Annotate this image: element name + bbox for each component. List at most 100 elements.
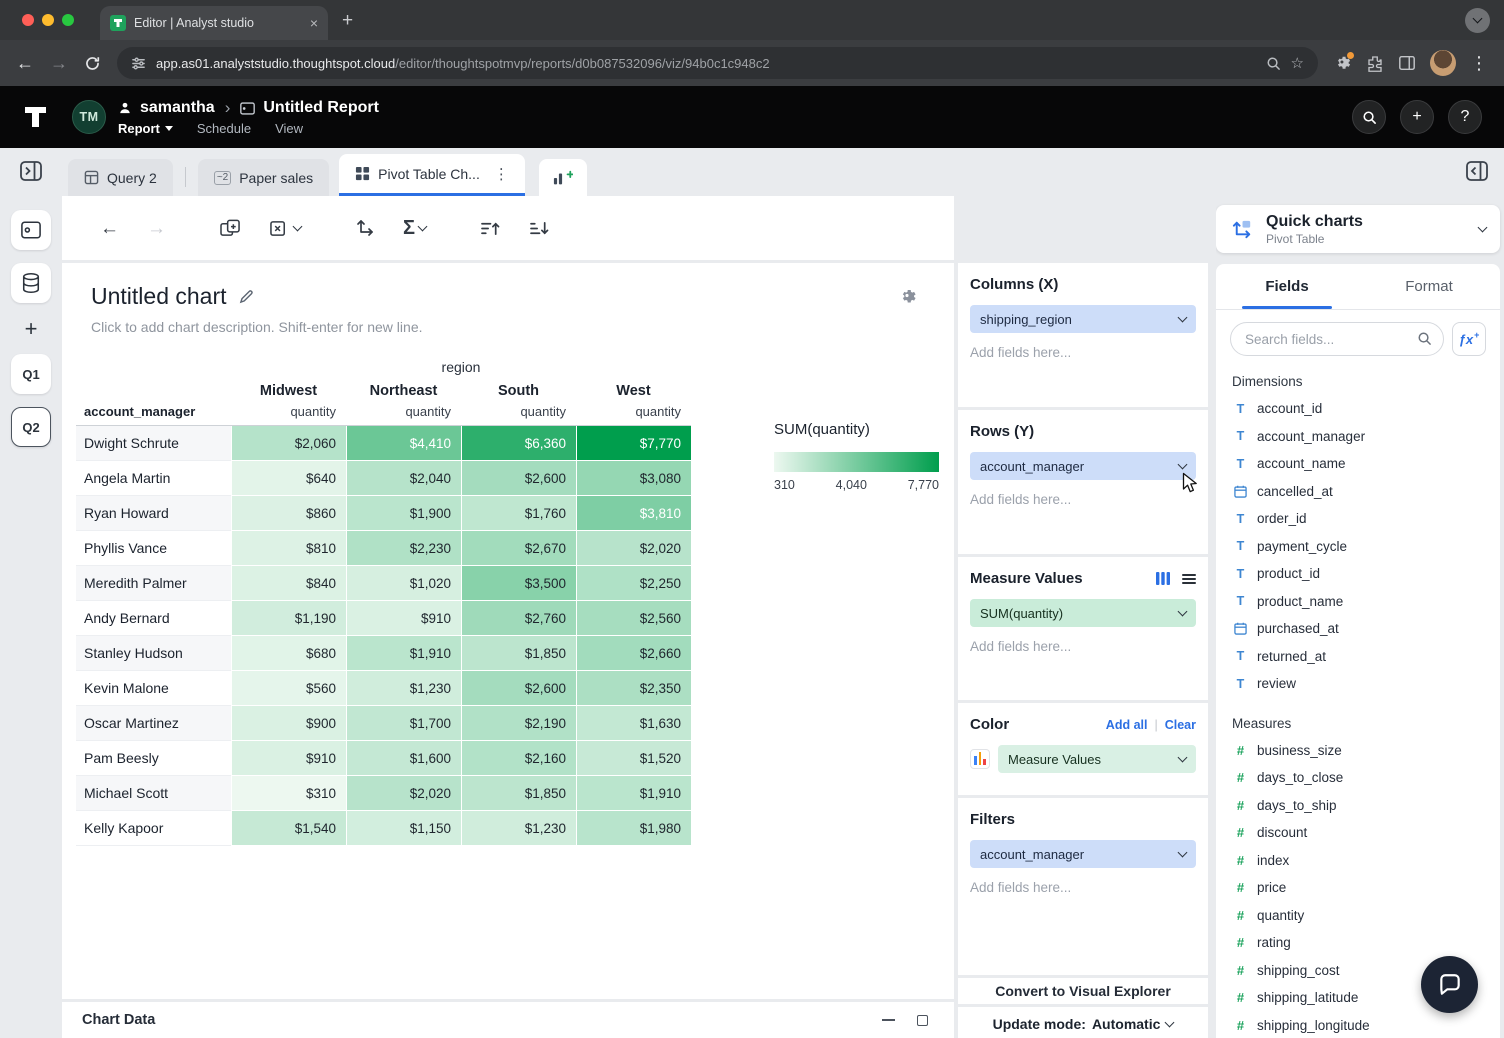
- heatmap-cell[interactable]: $1,630: [576, 706, 691, 741]
- field-item[interactable]: #quantity: [1216, 902, 1500, 930]
- heatmap-cell[interactable]: $2,660: [576, 636, 691, 671]
- row-label[interactable]: Pam Beesly: [76, 741, 231, 776]
- heatmap-cell[interactable]: $1,520: [576, 741, 691, 776]
- row-label[interactable]: Meredith Palmer: [76, 566, 231, 601]
- tab-search-chevron-icon[interactable]: [1465, 8, 1490, 33]
- sort-descending-icon[interactable]: [529, 220, 550, 237]
- heatmap-cell[interactable]: $1,600: [346, 741, 461, 776]
- field-item[interactable]: Tproduct_name: [1216, 588, 1500, 616]
- aggregate-sigma-icon[interactable]: Σ: [403, 218, 426, 238]
- heatmap-cell[interactable]: $1,910: [346, 636, 461, 671]
- fullscreen-window-icon[interactable]: [62, 14, 74, 26]
- field-item[interactable]: #business_size: [1216, 737, 1500, 765]
- heatmap-cell[interactable]: $640: [231, 461, 346, 496]
- update-mode-selector[interactable]: Update mode: Automatic: [958, 1007, 1208, 1038]
- row-label[interactable]: Dwight Schrute: [76, 426, 231, 461]
- chart-title[interactable]: Untitled chart: [91, 283, 227, 310]
- browser-profile-avatar[interactable]: [1430, 50, 1456, 76]
- heatmap-cell[interactable]: $4,410: [346, 426, 461, 461]
- remove-card-icon[interactable]: [269, 219, 301, 238]
- site-info-icon[interactable]: [131, 56, 146, 71]
- close-window-icon[interactable]: [22, 14, 34, 26]
- field-item[interactable]: Treturned_at: [1216, 643, 1500, 671]
- field-item[interactable]: #days_to_close: [1216, 764, 1500, 792]
- heatmap-cell[interactable]: $2,020: [576, 531, 691, 566]
- field-item[interactable]: purchased_at: [1216, 615, 1500, 643]
- color-palette-icon[interactable]: [970, 749, 990, 769]
- row-label[interactable]: Phyllis Vance: [76, 531, 231, 566]
- heatmap-cell[interactable]: $860: [231, 496, 346, 531]
- sort-ascending-icon[interactable]: [480, 220, 501, 237]
- heatmap-cell[interactable]: $1,020: [346, 566, 461, 601]
- measure-dropzone[interactable]: Add fields here...: [970, 639, 1196, 654]
- field-item[interactable]: #shipping_longitude: [1216, 1012, 1500, 1038]
- transpose-icon[interactable]: [355, 218, 375, 238]
- row-label[interactable]: Stanley Hudson: [76, 636, 231, 671]
- chart-settings-icon[interactable]: [900, 288, 918, 306]
- filters-dropzone[interactable]: Add fields here...: [970, 880, 1196, 895]
- collapse-drawer-icon[interactable]: [882, 1019, 895, 1021]
- menu-view[interactable]: View: [275, 121, 303, 136]
- workspace-avatar[interactable]: TM: [72, 100, 106, 134]
- color-field-pill[interactable]: Measure Values: [998, 745, 1196, 773]
- browser-back-icon[interactable]: ←: [16, 54, 34, 72]
- color-add-all-link[interactable]: Add all: [1106, 718, 1148, 732]
- color-clear-link[interactable]: Clear: [1165, 718, 1196, 732]
- heatmap-cell[interactable]: $2,670: [461, 531, 576, 566]
- row-label[interactable]: Oscar Martinez: [76, 706, 231, 741]
- zoom-icon[interactable]: [1266, 56, 1281, 71]
- tab-query2[interactable]: Query 2: [68, 159, 173, 196]
- columns-field-pill[interactable]: shipping_region: [970, 305, 1196, 333]
- heatmap-cell[interactable]: $2,250: [576, 566, 691, 601]
- rows-field-pill[interactable]: account_manager: [970, 452, 1196, 480]
- add-card-icon[interactable]: [220, 219, 241, 238]
- settings-gear-icon[interactable]: [1334, 54, 1352, 72]
- rail-q2-button[interactable]: Q2: [11, 407, 51, 447]
- heatmap-cell[interactable]: $1,150: [346, 811, 461, 846]
- heatmap-cell[interactable]: $2,190: [461, 706, 576, 741]
- heatmap-cell[interactable]: $6,360: [461, 426, 576, 461]
- column-header[interactable]: Northeastquantity: [346, 383, 461, 425]
- field-item[interactable]: Tpayment_cycle: [1216, 533, 1500, 561]
- field-item[interactable]: Taccount_name: [1216, 450, 1500, 478]
- heatmap-cell[interactable]: $1,850: [461, 776, 576, 811]
- search-button[interactable]: [1352, 100, 1386, 134]
- heatmap-cell[interactable]: $3,500: [461, 566, 576, 601]
- edit-title-pencil-icon[interactable]: [239, 289, 254, 304]
- row-label[interactable]: Kevin Malone: [76, 671, 231, 706]
- new-tab-icon[interactable]: +: [342, 11, 353, 30]
- field-item[interactable]: Torder_id: [1216, 505, 1500, 533]
- field-item[interactable]: #rating: [1216, 929, 1500, 957]
- bookmark-star-icon[interactable]: ☆: [1291, 54, 1304, 72]
- chart-description[interactable]: Click to add chart description. Shift-en…: [91, 319, 926, 335]
- row-label[interactable]: Ryan Howard: [76, 496, 231, 531]
- browser-forward-icon[interactable]: →: [50, 54, 68, 72]
- column-header[interactable]: Westquantity: [576, 383, 691, 425]
- heatmap-cell[interactable]: $2,020: [346, 776, 461, 811]
- heatmap-cell[interactable]: $2,600: [461, 461, 576, 496]
- heatmap-cell[interactable]: $2,350: [576, 671, 691, 706]
- extensions-puzzle-icon[interactable]: [1366, 54, 1384, 72]
- add-button[interactable]: +: [1400, 100, 1434, 134]
- report-title[interactable]: Untitled Report: [263, 99, 379, 117]
- rail-q1-button[interactable]: Q1: [11, 354, 51, 394]
- chart-data-label[interactable]: Chart Data: [82, 1012, 155, 1028]
- formula-button[interactable]: ƒx+: [1452, 322, 1486, 356]
- menu-schedule[interactable]: Schedule: [197, 121, 251, 136]
- heatmap-cell[interactable]: $1,700: [346, 706, 461, 741]
- heatmap-cell[interactable]: $2,060: [231, 426, 346, 461]
- heatmap-cell[interactable]: $910: [231, 741, 346, 776]
- rows-dropzone[interactable]: Add fields here...: [970, 492, 1196, 507]
- row-label[interactable]: Angela Martin: [76, 461, 231, 496]
- field-item[interactable]: cancelled_at: [1216, 478, 1500, 506]
- address-bar[interactable]: app.as01.analyststudio.thoughtspot.cloud…: [117, 47, 1318, 79]
- heatmap-cell[interactable]: $1,230: [346, 671, 461, 706]
- field-item[interactable]: Treview: [1216, 670, 1500, 698]
- browser-menu-kebab-icon[interactable]: ⋮: [1470, 54, 1488, 72]
- heatmap-cell[interactable]: $2,160: [461, 741, 576, 776]
- row-label[interactable]: Andy Bernard: [76, 601, 231, 636]
- heatmap-cell[interactable]: $900: [231, 706, 346, 741]
- rail-data-button[interactable]: [11, 263, 51, 303]
- undo-icon[interactable]: ←: [100, 219, 119, 238]
- browser-reload-icon[interactable]: [84, 55, 101, 72]
